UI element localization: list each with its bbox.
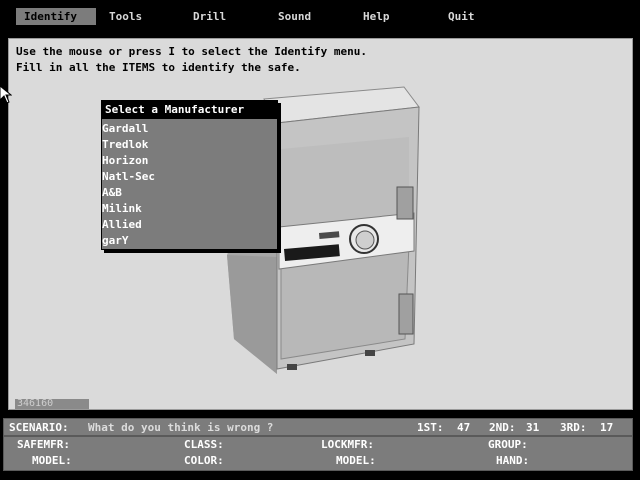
manufacturer-option-allied[interactable]: Allied (102, 217, 142, 233)
menu-sound[interactable]: Sound (270, 8, 319, 25)
serial-number: 346160 (15, 399, 89, 409)
lockmfr-field[interactable]: LOCKMFR: (321, 438, 374, 451)
score-third-label: 3RD: (560, 421, 587, 434)
manufacturer-option-tredlok[interactable]: Tredlok (102, 137, 148, 153)
manufacturer-option-gary[interactable]: garY (102, 233, 129, 249)
group-field[interactable]: GROUP: (488, 438, 528, 451)
safe-fields-panel: SAFEMFR: CLASS: LOCKMFR: GROUP: MODEL: C… (3, 436, 633, 471)
scenario-question: What do you think is wrong ? (88, 421, 274, 434)
menu-tools[interactable]: Tools (101, 8, 150, 25)
safemfr-field[interactable]: SAFEMFR: (17, 438, 70, 451)
hand-field[interactable]: HAND: (496, 454, 529, 467)
scenario-bar: SCENARIO: What do you think is wrong ? 1… (3, 418, 633, 436)
manufacturer-option-milink[interactable]: Milink (102, 201, 142, 217)
model-field[interactable]: MODEL: (32, 454, 72, 467)
dropdown-title: Select a Manufacturer (102, 101, 277, 119)
scenario-label: SCENARIO: (9, 421, 69, 434)
mouse-pointer-icon (0, 86, 12, 104)
manufacturer-option-gardall[interactable]: Gardall (102, 121, 148, 137)
score-first: 47 (457, 421, 471, 434)
menu-help[interactable]: Help (355, 8, 398, 25)
manufacturer-dropdown: Select a Manufacturer Gardall Tredlok Ho… (101, 100, 278, 250)
score-second: 31 (526, 421, 540, 434)
menu-bar: Identify Tools Drill Sound Help Quit (0, 0, 640, 38)
menu-quit[interactable]: Quit (440, 8, 483, 25)
score-first-label: 1ST: (417, 421, 444, 434)
score-third: 17 (600, 421, 614, 434)
menu-drill[interactable]: Drill (185, 8, 234, 25)
class-field[interactable]: CLASS: (184, 438, 224, 451)
lock-model-field[interactable]: MODEL: (336, 454, 376, 467)
manufacturer-option-horizon[interactable]: Horizon (102, 153, 148, 169)
manufacturer-option-a-and-b[interactable]: A&B (102, 185, 122, 201)
menu-identify[interactable]: Identify (16, 8, 96, 25)
score-second-label: 2ND: (489, 421, 516, 434)
color-field[interactable]: COLOR: (184, 454, 224, 467)
manufacturer-option-natl-sec[interactable]: Natl-Sec (102, 169, 155, 185)
main-panel: Use the mouse or press I to select the I… (8, 38, 633, 410)
